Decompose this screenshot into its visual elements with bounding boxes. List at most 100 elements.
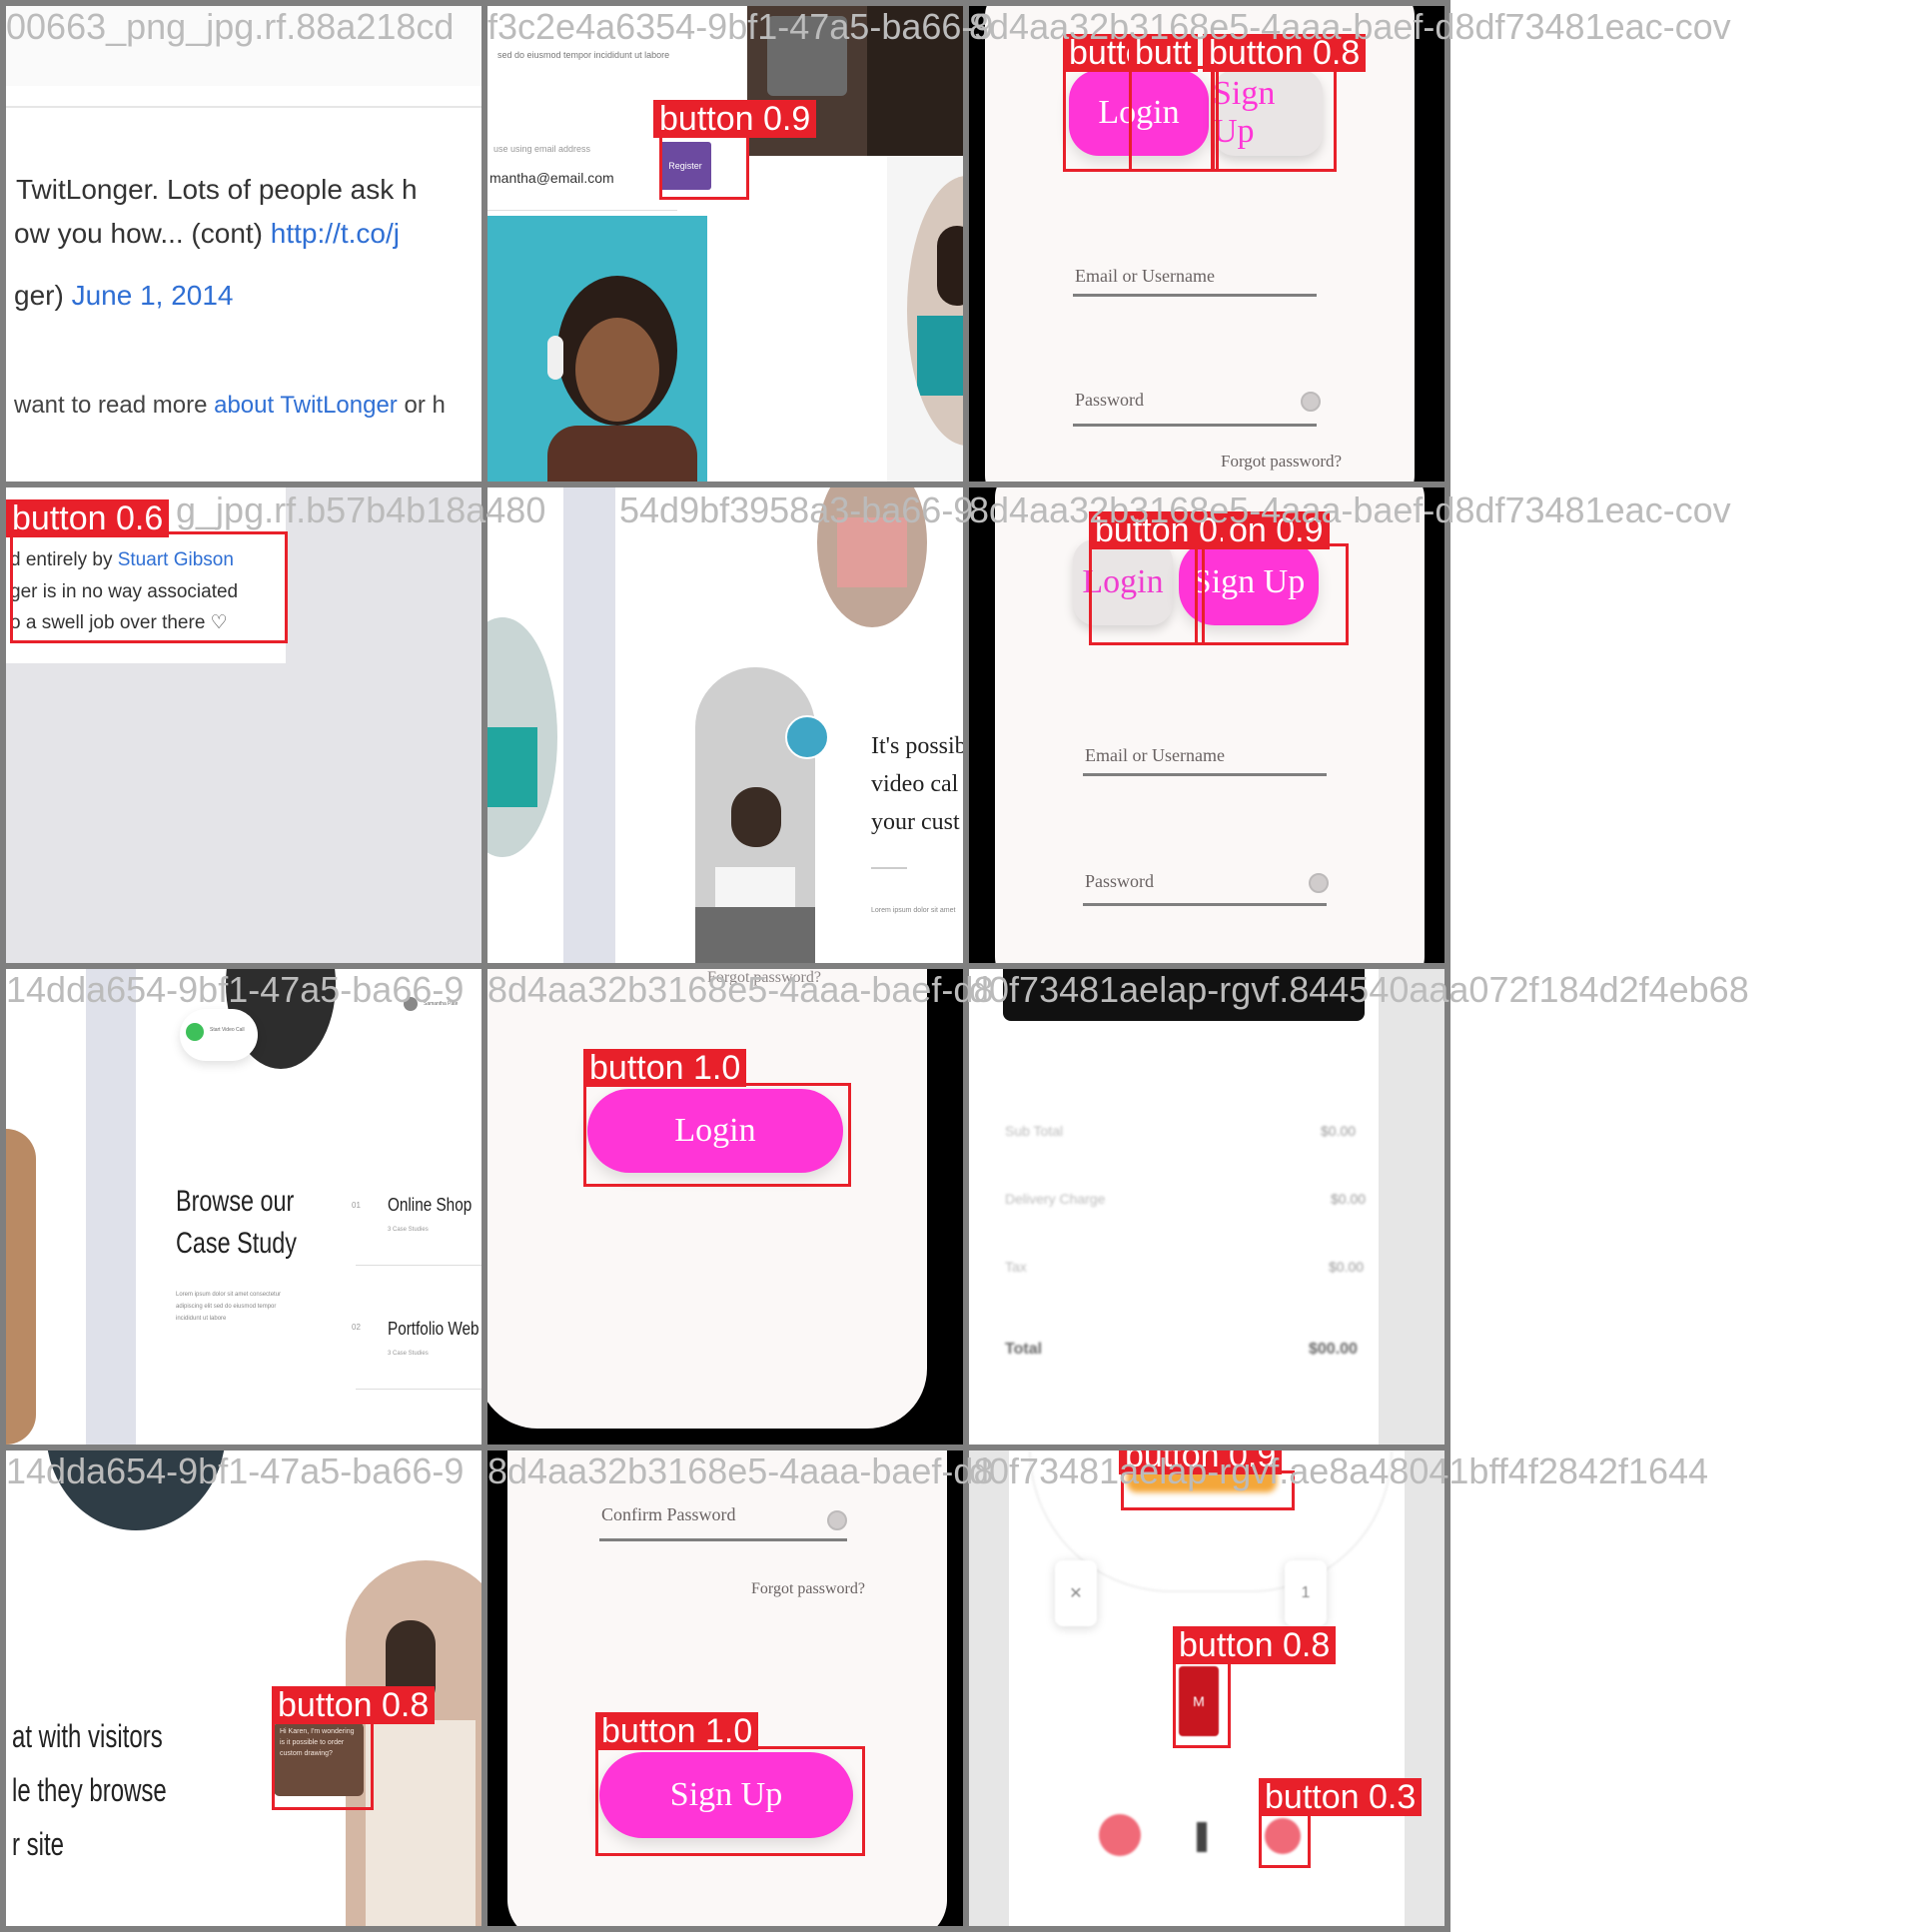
field-line <box>487 210 677 211</box>
tile-login-signup-2: Login Sign Up Email or Username Password… <box>963 482 1450 969</box>
laptop-shape <box>767 16 847 96</box>
white-bg <box>969 969 1444 1445</box>
headline: r site <box>12 1826 65 1862</box>
divider <box>6 106 481 108</box>
detection-label: button 0.3 <box>1259 1778 1423 1816</box>
tile-case-study: Start Video Call Samantha Pate Browse ou… <box>0 963 487 1450</box>
side-panel-left <box>969 1450 1009 1926</box>
headphone-icon <box>547 336 563 380</box>
eye-icon[interactable] <box>1309 873 1329 893</box>
eye-icon[interactable] <box>1301 392 1321 412</box>
detection-box <box>1089 543 1205 645</box>
hair-shape <box>731 787 781 847</box>
header-band <box>6 6 481 86</box>
email-field[interactable]: mantha@email.com <box>489 170 614 186</box>
email-field[interactable] <box>1083 773 1327 776</box>
side-strip <box>563 487 615 963</box>
password-field[interactable] <box>1083 903 1327 906</box>
detection-box <box>272 1720 374 1810</box>
tile-video-call: It's possib video cal your cust Lorem ip… <box>481 482 969 969</box>
section-body: Lorem ipsum dolor sit amet consectetur a… <box>176 1292 282 1322</box>
tile-keypad: ✕ 1 M button 0.9 button 0.8 button 0.3 <box>963 1445 1450 1932</box>
detection-label: button 1.0 <box>595 1712 759 1750</box>
headline: video cal <box>871 771 959 797</box>
avatar <box>785 715 829 759</box>
photo-woman-top <box>817 487 927 627</box>
teal-top <box>487 727 537 807</box>
detection-label: button 0.6 <box>6 499 170 537</box>
eye-icon[interactable] <box>827 1510 847 1530</box>
forgot-password-link[interactable]: Forgot password? <box>1221 452 1342 472</box>
about-link[interactable]: about TwitLonger <box>214 392 398 419</box>
chat-message: Start Video Call <box>210 1027 245 1033</box>
detection-box <box>1121 1470 1295 1510</box>
teal-top <box>917 316 963 396</box>
section-title: Browse our <box>176 1185 295 1218</box>
person-face <box>575 318 659 422</box>
play-icon[interactable] <box>186 1023 204 1041</box>
tile-register: sed do eiusmod tempor incididunt ut labo… <box>481 0 969 487</box>
tile-twitlonger-footer: d entirely by Stuart Gibson ger is in no… <box>0 482 487 969</box>
sweater <box>366 1720 476 1926</box>
tweet-link[interactable]: http://t.co/j <box>271 218 400 249</box>
summary-label: Delivery Charge <box>1005 1191 1106 1207</box>
photo-shadow <box>867 6 963 156</box>
detection-box <box>583 1083 851 1187</box>
password-field[interactable] <box>1073 424 1317 427</box>
email-field[interactable] <box>1073 294 1317 297</box>
confirm-password-field[interactable] <box>599 1538 847 1541</box>
detection-label: on 0.9 <box>1223 511 1330 549</box>
password-label: Password <box>1085 871 1155 891</box>
tile-login-signup: Login Sign Up Email or Username Password… <box>963 0 1450 487</box>
tile-twitlonger: TwitLonger. Lots of people ask h ow you … <box>0 0 487 487</box>
date-link[interactable]: June 1, 2014 <box>72 280 234 311</box>
person-shoulders <box>547 426 697 482</box>
tile-signup-only: Confirm Password Forgot password? Sign U… <box>481 1445 969 1932</box>
divider <box>356 1389 481 1390</box>
headline: It's possib <box>871 733 967 759</box>
detection-box <box>1211 66 1337 172</box>
detection-label: button 0.8 <box>272 1686 436 1724</box>
form-text: sed do eiusmod tempor incididunt ut labo… <box>497 50 670 60</box>
detection-box <box>1259 1812 1311 1868</box>
pink-top <box>837 517 907 587</box>
forgot-password-link[interactable]: Forgot password? <box>707 969 821 987</box>
chat-pill: Start Video Call <box>180 1009 258 1061</box>
sofa <box>695 907 815 963</box>
divider <box>871 867 907 869</box>
tile-chat-visitors: at with visitors le they browse r site H… <box>0 1445 487 1932</box>
detection-label: button 1.0 <box>583 1049 747 1087</box>
item-number: 01 <box>352 1201 361 1210</box>
chat-name: Samantha Pate <box>424 1001 459 1007</box>
detection-box <box>10 531 288 643</box>
close-key[interactable]: ✕ <box>1055 1560 1097 1626</box>
detection-label: button 0.8 <box>1203 34 1367 72</box>
footer-line: want to read more about TwitLonger or h <box>14 392 446 419</box>
tile-order-summary: Sub Total $0.00 Delivery Charge $0.00 Ta… <box>963 963 1450 1450</box>
email-label: Email or Username <box>1075 266 1215 286</box>
item-number: 02 <box>352 1323 361 1332</box>
photo-woman-left <box>487 617 557 857</box>
case-count: 3 Case Studies <box>388 1227 429 1233</box>
photo-edge <box>6 1129 36 1445</box>
tweet-meta: ger) June 1, 2014 <box>14 280 234 311</box>
detection-label: butt <box>1129 34 1198 72</box>
digit-key[interactable]: 1 <box>1285 1560 1327 1626</box>
case-item-online-shop[interactable]: Online Shop <box>388 1195 472 1216</box>
case-item-portfolio[interactable]: Portfolio Web <box>388 1319 480 1340</box>
divider <box>356 1265 481 1266</box>
password-label: Password <box>1075 390 1145 410</box>
photo-man-phone <box>46 1450 226 1530</box>
headline: at with visitors <box>12 1718 163 1754</box>
detection-box <box>595 1746 865 1856</box>
detection-box <box>1195 543 1349 645</box>
summary-label: Tax <box>1005 1259 1027 1275</box>
mic-icon[interactable] <box>1197 1822 1207 1852</box>
detection-box <box>1173 1660 1231 1748</box>
forgot-password-link[interactable]: Forgot password? <box>751 1580 865 1598</box>
form-hint: use using email address <box>493 144 591 154</box>
side-strip <box>86 969 136 1445</box>
detection-label: button 0.9 <box>1119 1450 1283 1474</box>
summary-label: Sub Total <box>1005 1123 1064 1139</box>
record-icon[interactable] <box>1099 1814 1141 1856</box>
